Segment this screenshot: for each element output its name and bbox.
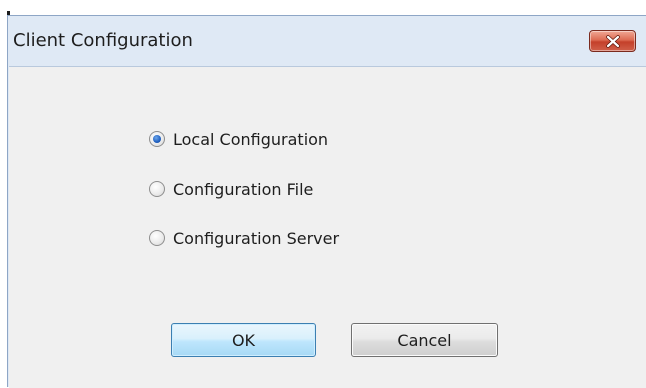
radio-local-configuration[interactable]: Local Configuration — [149, 127, 328, 151]
radio-label-configuration-file: Configuration File — [173, 179, 314, 199]
client-configuration-dialog: Client Configuration Local Configuration… — [7, 15, 646, 388]
dialog-client-area: Local Configuration Configuration File C… — [9, 66, 646, 388]
radio-configuration-file[interactable]: Configuration File — [149, 177, 313, 201]
ok-button[interactable]: OK — [171, 323, 316, 357]
radio-unselected-indicator[interactable] — [149, 181, 165, 197]
close-button[interactable] — [589, 30, 636, 52]
radio-label-local-configuration: Local Configuration — [173, 129, 329, 149]
window-title: Client Configuration — [13, 30, 193, 51]
close-icon — [606, 35, 620, 48]
title-bar[interactable]: Client Configuration — [8, 16, 646, 66]
radio-selected-indicator[interactable] — [149, 131, 165, 147]
radio-unselected-indicator[interactable] — [149, 230, 165, 246]
radio-label-configuration-server: Configuration Server — [173, 228, 340, 248]
cancel-button[interactable]: Cancel — [351, 323, 498, 357]
radio-configuration-server[interactable]: Configuration Server — [149, 226, 339, 250]
